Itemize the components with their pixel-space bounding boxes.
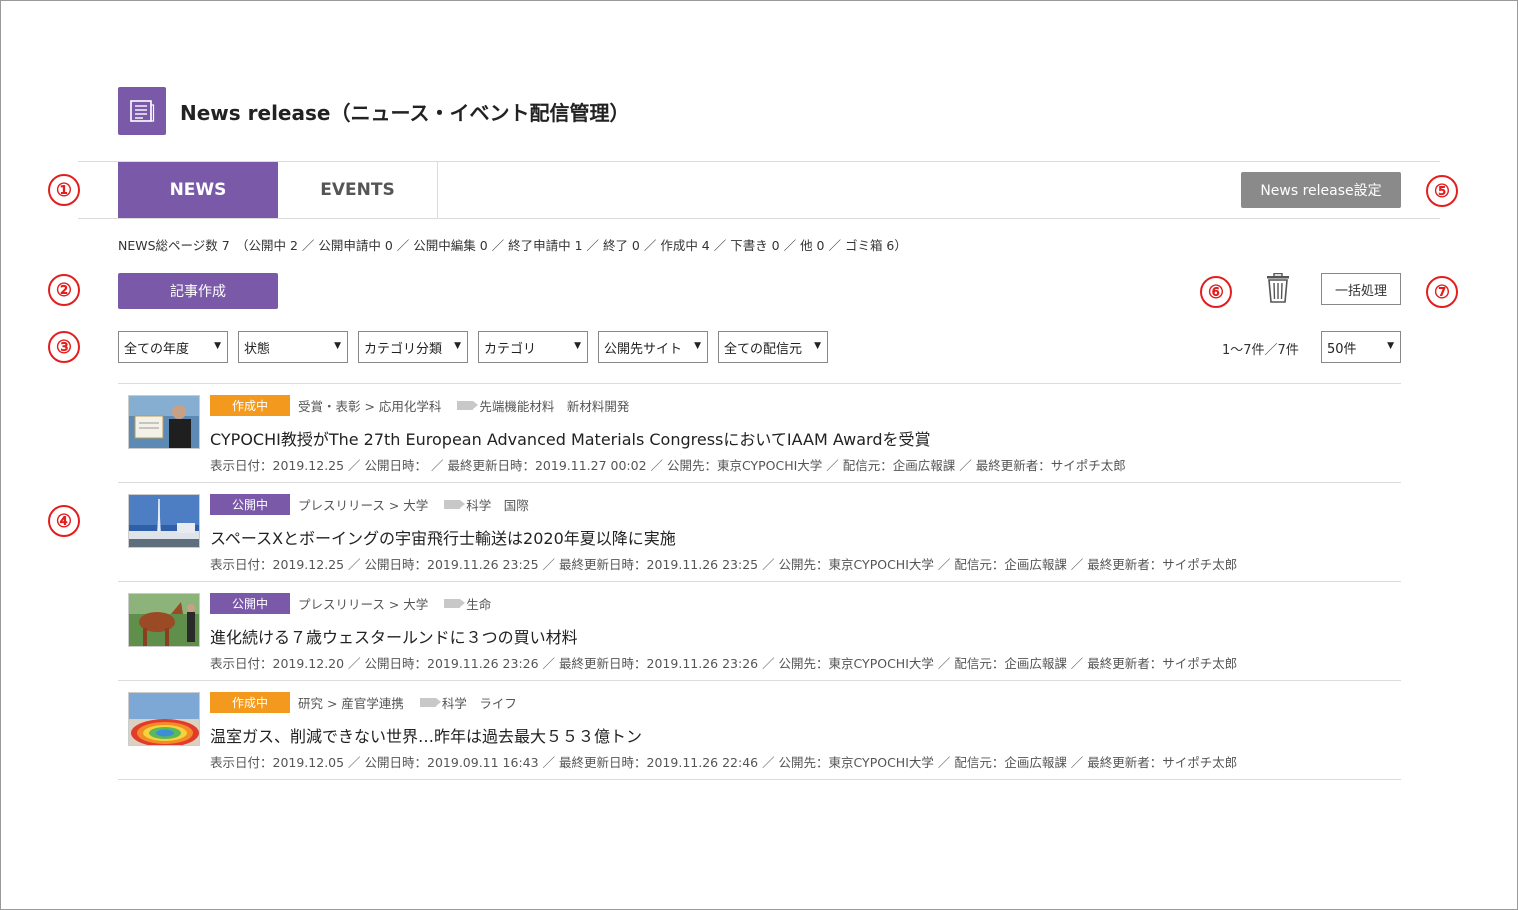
news-summary: NEWS総ページ数 7 （公開中 2 ／ 公開申請中 0 ／ 公開中編集 0 ／… bbox=[118, 238, 907, 253]
annotation-marker-3: ③ bbox=[48, 331, 80, 363]
site-select[interactable]: 公開先サイト ▼ bbox=[598, 331, 708, 363]
category-group-select-value: カテゴリ分類 bbox=[364, 341, 443, 357]
tag-icon bbox=[457, 401, 479, 410]
category-path: プレスリリース > 大学 bbox=[298, 597, 429, 612]
article-thumbnail[interactable] bbox=[128, 494, 200, 548]
per-page-select-value: 50件 bbox=[1327, 341, 1357, 357]
annotation-marker-1: ① bbox=[48, 174, 80, 206]
status-badge: 公開中 bbox=[210, 494, 290, 515]
article-title[interactable]: CYPOCHI教授がThe 27th European Advanced Mat… bbox=[210, 426, 930, 450]
status-badge: 公開中 bbox=[210, 593, 290, 614]
tab-events[interactable]: EVENTS bbox=[278, 162, 438, 218]
article-title[interactable]: スペースXとボーイングの宇宙飛行士輸送は2020年夏以降に実施 bbox=[210, 525, 676, 549]
article-category: プレスリリース > 大学 生命 bbox=[298, 594, 491, 613]
status-select-value: 状態 bbox=[244, 341, 271, 357]
year-select[interactable]: 全ての年度 ▼ bbox=[118, 331, 228, 363]
article-category: 受賞・表彰 > 応用化学科 先端機能材料 新材料開発 bbox=[298, 396, 629, 415]
status-badge: 作成中 bbox=[210, 395, 290, 416]
category-select[interactable]: カテゴリ ▼ bbox=[478, 331, 588, 363]
site-select-value: 公開先サイト bbox=[604, 341, 683, 357]
article-meta: 表示日付：2019.12.05 ／ 公開日時：2019.09.11 16:43 … bbox=[210, 755, 1238, 770]
source-select-value: 全ての配信元 bbox=[724, 341, 803, 357]
category-path: プレスリリース > 大学 bbox=[298, 498, 429, 513]
article-category: 研究 > 産官学連携 科学 ライフ bbox=[298, 693, 517, 712]
tag-icon bbox=[419, 698, 441, 707]
article-meta: 表示日付：2019.12.25 ／ 公開日時：2019.11.26 23:25 … bbox=[210, 557, 1238, 572]
caret-down-icon: ▼ bbox=[694, 341, 701, 351]
trash-icon[interactable] bbox=[1264, 272, 1292, 303]
article-meta: 表示日付：2019.12.20 ／ 公開日時：2019.11.26 23:26 … bbox=[210, 656, 1238, 671]
annotation-marker-2: ② bbox=[48, 274, 80, 306]
caret-down-icon: ▼ bbox=[334, 341, 341, 351]
per-page-select[interactable]: 50件 ▼ bbox=[1321, 331, 1401, 363]
article-tags: 先端機能材料 新材料開発 bbox=[479, 399, 630, 414]
article-meta: 表示日付：2019.12.25 ／ 公開日時： ／ 最終更新日時：2019.11… bbox=[210, 458, 1126, 473]
category-path: 研究 > 産官学連携 bbox=[298, 696, 404, 711]
annotation-marker-7: ⑦ bbox=[1426, 276, 1458, 308]
article-title[interactable]: 温室ガス、削減できない世界…昨年は過去最大５５３億トン bbox=[210, 723, 642, 747]
tag-icon bbox=[444, 500, 466, 509]
category-group-select[interactable]: カテゴリ分類 ▼ bbox=[358, 331, 468, 363]
article-thumbnail[interactable] bbox=[128, 692, 200, 746]
article-tags: 科学 ライフ bbox=[441, 696, 517, 711]
article-thumbnail[interactable] bbox=[128, 395, 200, 449]
article-row[interactable]: 作成中 受賞・表彰 > 応用化学科 先端機能材料 新材料開発 CYPOCHI教授… bbox=[118, 384, 1401, 483]
article-row[interactable]: 作成中 研究 > 産官学連携 科学 ライフ 温室ガス、削減できない世界…昨年は過… bbox=[118, 681, 1401, 780]
status-select[interactable]: 状態 ▼ bbox=[238, 331, 348, 363]
article-tags: 生命 bbox=[466, 597, 492, 612]
status-badge: 作成中 bbox=[210, 692, 290, 713]
category-path: 受賞・表彰 > 応用化学科 bbox=[298, 399, 442, 414]
year-select-value: 全ての年度 bbox=[124, 341, 190, 357]
bulk-action-button[interactable]: 一括処理 bbox=[1321, 273, 1401, 305]
tag-icon bbox=[444, 599, 466, 608]
annotation-marker-6: ⑥ bbox=[1200, 276, 1232, 308]
divider bbox=[78, 218, 1440, 219]
result-count: 1～7件／7件 bbox=[1222, 343, 1299, 358]
article-tags: 科学 国際 bbox=[466, 498, 529, 513]
create-article-button[interactable]: 記事作成 bbox=[118, 273, 278, 309]
article-category: プレスリリース > 大学 科学 国際 bbox=[298, 495, 529, 514]
caret-down-icon: ▼ bbox=[1387, 341, 1394, 351]
annotation-marker-4: ④ bbox=[48, 505, 80, 537]
article-row[interactable]: 公開中 プレスリリース > 大学 科学 国際 スペースXとボーイングの宇宙飛行士… bbox=[118, 483, 1401, 582]
article-title[interactable]: 進化続ける７歳ウェスタールンドに３つの買い材料 bbox=[210, 624, 578, 648]
tab-news[interactable]: NEWS bbox=[118, 162, 278, 218]
source-select[interactable]: 全ての配信元 ▼ bbox=[718, 331, 828, 363]
caret-down-icon: ▼ bbox=[454, 341, 461, 351]
page-title: News release（ニュース・イベント配信管理） bbox=[180, 101, 630, 125]
caret-down-icon: ▼ bbox=[814, 341, 821, 351]
news-release-settings-button[interactable]: News release設定 bbox=[1241, 172, 1401, 208]
category-select-value: カテゴリ bbox=[484, 341, 537, 357]
caret-down-icon: ▼ bbox=[574, 341, 581, 351]
newspaper-icon bbox=[118, 87, 166, 135]
caret-down-icon: ▼ bbox=[214, 341, 221, 351]
article-row[interactable]: 公開中 プレスリリース > 大学 生命 進化続ける７歳ウェスタールンドに３つの買… bbox=[118, 582, 1401, 681]
article-thumbnail[interactable] bbox=[128, 593, 200, 647]
annotation-marker-5: ⑤ bbox=[1426, 175, 1458, 207]
